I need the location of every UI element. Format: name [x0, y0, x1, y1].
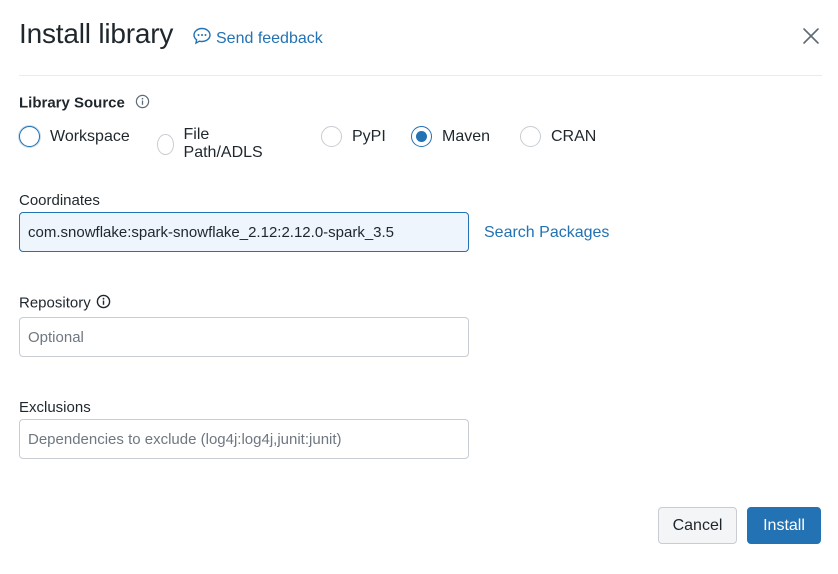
radio-circle[interactable] [157, 133, 174, 155]
radio-file-path-adls[interactable]: File Path/ADLS [157, 126, 267, 162]
chat-bubble-icon [192, 26, 212, 51]
repository-input[interactable] [19, 317, 469, 357]
dialog-title: Install library [19, 18, 174, 49]
info-icon[interactable] [96, 294, 111, 313]
close-icon[interactable] [801, 26, 821, 46]
exclusions-input[interactable] [19, 419, 469, 459]
repository-label-text: Repository [19, 294, 91, 312]
radio-workspace[interactable]: Workspace [19, 126, 130, 147]
library-source-label-text: Library Source [19, 94, 125, 112]
install-library-dialog: Install library Send feedback Library So… [0, 0, 838, 574]
header-divider [19, 75, 822, 76]
radio-circle[interactable] [321, 126, 342, 147]
coordinates-input[interactable] [19, 212, 469, 252]
repository-label: Repository [19, 294, 111, 313]
coordinates-label: Coordinates [19, 192, 100, 209]
radio-label: Workspace [50, 127, 130, 145]
send-feedback-link[interactable]: Send feedback [192, 26, 323, 51]
library-source-label: Library Source [19, 94, 150, 113]
radio-label: CRAN [551, 127, 597, 145]
radio-circle[interactable] [411, 126, 432, 147]
radio-label: PyPI [352, 127, 386, 145]
radio-cran[interactable]: CRAN [520, 126, 596, 147]
cancel-button[interactable]: Cancel [658, 507, 737, 544]
radio-label: File Path/ADLS [183, 126, 263, 161]
install-button[interactable]: Install [747, 507, 821, 544]
radio-pypi[interactable]: PyPI [321, 126, 386, 147]
search-packages-link[interactable]: Search Packages [484, 224, 609, 242]
info-icon[interactable] [135, 94, 150, 113]
exclusions-label: Exclusions [19, 399, 91, 416]
radio-label: Maven [442, 127, 491, 145]
radio-circle[interactable] [19, 126, 40, 147]
radio-maven[interactable]: Maven [411, 126, 490, 147]
send-feedback-label: Send feedback [216, 29, 323, 47]
radio-circle[interactable] [520, 126, 541, 147]
